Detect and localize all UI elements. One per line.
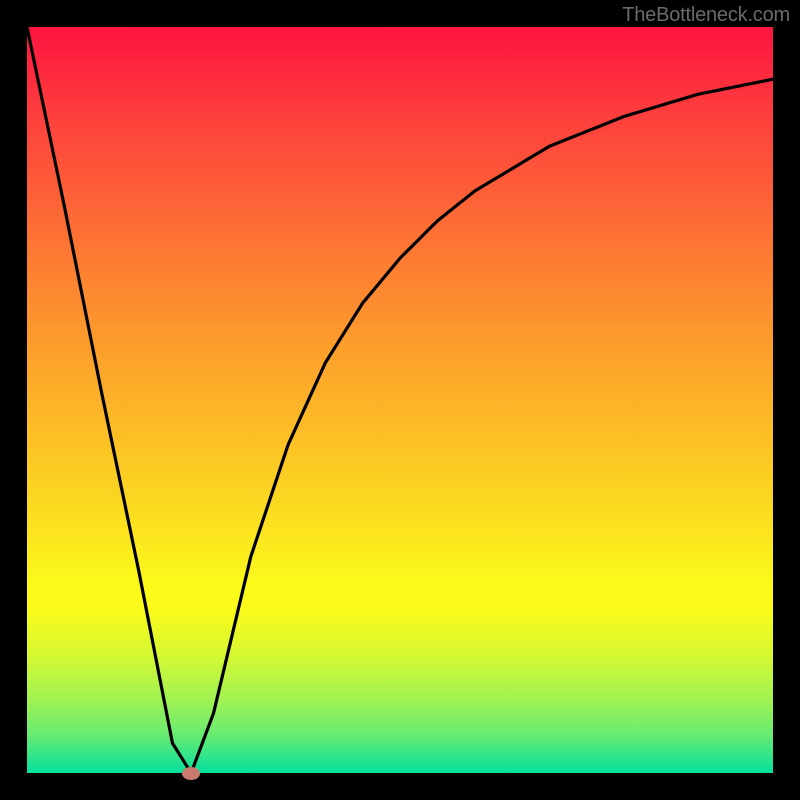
plot-area xyxy=(27,27,773,773)
optimum-marker xyxy=(182,767,200,780)
watermark-text: TheBottleneck.com xyxy=(622,4,790,27)
bottleneck-curve xyxy=(27,27,773,773)
